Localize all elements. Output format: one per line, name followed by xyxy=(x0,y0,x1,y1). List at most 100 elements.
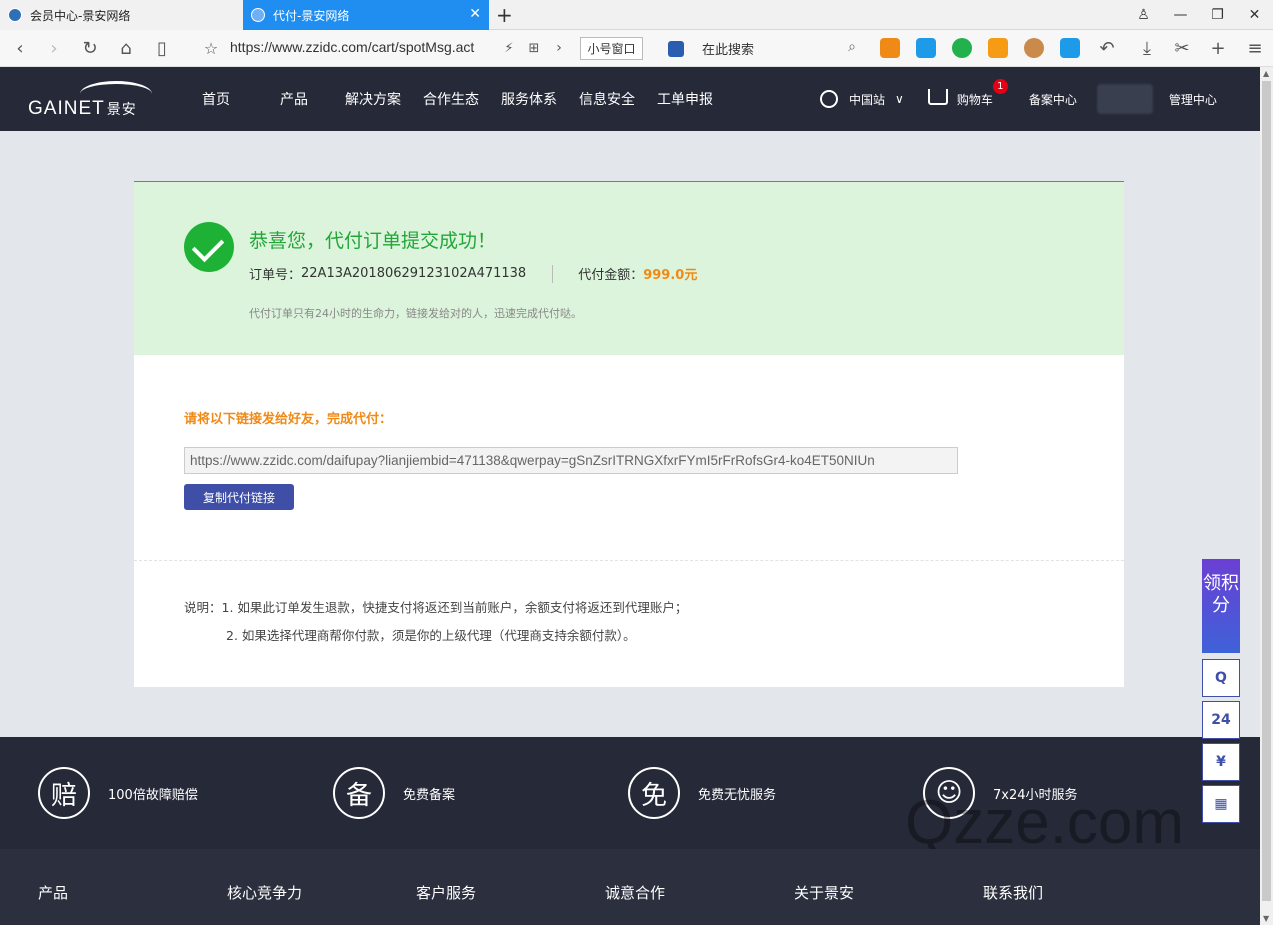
scrollbar-thumb[interactable] xyxy=(1262,81,1271,901)
play-icon[interactable] xyxy=(1060,38,1080,58)
site-favicon-icon xyxy=(251,8,265,22)
tab-title: 代付-景安网络 xyxy=(273,8,350,23)
chevron-down-icon[interactable]: ∨ xyxy=(895,92,904,106)
footer-link-about[interactable]: 关于景安 xyxy=(794,882,854,903)
cart-icon xyxy=(927,89,948,105)
skin-icon[interactable]: ♙ xyxy=(1125,0,1162,30)
window-close-icon[interactable]: ✕ xyxy=(1236,0,1273,30)
window-controls: ♙ — ❐ ✕ xyxy=(1125,0,1273,30)
feature-free-beian: 备 免费备案 xyxy=(333,767,455,819)
page-scrollbar[interactable]: ▲ ▼ xyxy=(1260,67,1273,925)
yuan-icon[interactable]: ¥ xyxy=(1202,743,1240,781)
video-icon[interactable] xyxy=(988,38,1008,58)
copy-link-button[interactable]: 复制代付链接 xyxy=(184,484,294,510)
download-icon[interactable]: ⤓ xyxy=(1135,36,1159,60)
scroll-up-icon[interactable]: ▲ xyxy=(1263,69,1269,78)
pay-link-input[interactable] xyxy=(184,447,958,474)
reading-mode-icon[interactable]: ▯ xyxy=(150,36,174,60)
nav-item-solutions[interactable]: 解决方案 xyxy=(345,89,401,109)
main-content: 恭喜您，代付订单提交成功！ 订单号： 22A13A20180629123102A… xyxy=(0,131,1260,737)
extension-icons xyxy=(880,38,1096,58)
back-icon[interactable]: ‹ xyxy=(8,36,32,60)
new-tab-icon[interactable]: + xyxy=(496,3,513,27)
cart-label: 购物车 xyxy=(956,92,993,107)
small-window-button[interactable]: 小号窗口 xyxy=(580,37,643,60)
nav-item-security[interactable]: 信息安全 xyxy=(579,89,635,109)
scroll-down-icon[interactable]: ▼ xyxy=(1263,914,1269,923)
amount-label: 代付金额： xyxy=(578,268,644,283)
tab-title: 会员中心-景安网络 xyxy=(30,8,131,23)
cart-link[interactable]: 购物车 1 xyxy=(927,78,1008,108)
note-line-1: 说明：1. 如果此订单发生退款，快捷支付将返还到当前账户，余额支付将返还到代理账… xyxy=(184,600,688,615)
site-header: GAINET 景安 首页 产品 解决方案 合作生态 服务体系 信息安全 工单申报 … xyxy=(0,67,1260,131)
footer-nav: 产品 核心竞争力 客户服务 诚意合作 关于景安 联系我们 xyxy=(0,849,1260,925)
browser-tab-bar: 会员中心-景安网络 代付-景安网络 ✕ + ♙ — ❐ ✕ xyxy=(0,0,1273,30)
main-nav: 首页 产品 解决方案 合作生态 服务体系 信息安全 工单申报 xyxy=(202,67,735,131)
compensation-icon: 赔 xyxy=(38,767,90,819)
note-line-2: 2. 如果选择代理商帮你付款，须是你的上级代理（代理商支持余额付款）。 xyxy=(226,628,636,643)
browser-tab-member-center[interactable]: 会员中心-景安网络 xyxy=(0,0,243,30)
amount-value: 999.0元 xyxy=(643,268,698,283)
browser-tab-pay[interactable]: 代付-景安网络 ✕ xyxy=(243,0,489,30)
add-icon[interactable]: + xyxy=(1206,36,1230,60)
forward-icon[interactable]: › xyxy=(42,36,66,60)
success-title: 恭喜您，代付订单提交成功！ xyxy=(249,230,497,252)
qq-icon[interactable]: Q xyxy=(1202,659,1240,697)
beian-center-link[interactable]: 备案中心 xyxy=(1029,91,1077,108)
home-icon[interactable]: ⌂ xyxy=(114,36,138,60)
watermark: Qzze.com xyxy=(905,788,1185,857)
order-label: 订单号： xyxy=(249,268,302,283)
search-box[interactable]: 在此搜索 ⌕ xyxy=(668,37,860,60)
wechat-icon[interactable] xyxy=(952,38,972,58)
search-icon[interactable]: ⌕ xyxy=(848,39,856,55)
nav-item-home[interactable]: 首页 xyxy=(202,89,230,109)
feature-label: 100倍故障赔偿 xyxy=(108,787,198,803)
footer-link-competence[interactable]: 核心竞争力 xyxy=(227,882,302,903)
admin-center-link[interactable]: 管理中心 xyxy=(1169,91,1217,108)
game-icon[interactable] xyxy=(880,38,900,58)
phone-24-icon[interactable]: 24 xyxy=(1202,701,1240,739)
result-card: 恭喜您，代付订单提交成功！ 订单号： 22A13A20180629123102A… xyxy=(134,181,1124,687)
nav-item-ticket[interactable]: 工单申报 xyxy=(657,89,713,109)
feature-compensation: 赔 100倍故障赔偿 xyxy=(38,767,198,819)
chevron-right-icon[interactable]: › xyxy=(547,36,571,60)
success-note: 代付订单只有24小时的生命力，链接发给对的人，迅速完成代付哒。 xyxy=(249,307,582,320)
restore-icon[interactable]: ❐ xyxy=(1199,0,1236,30)
beian-icon: 备 xyxy=(333,767,385,819)
divider xyxy=(552,264,554,283)
header-right: 中国站 ∨ 购物车 1 备案中心 管理中心 xyxy=(820,67,1217,131)
nav-item-service[interactable]: 服务体系 xyxy=(501,89,557,109)
globe-icon xyxy=(820,90,838,108)
gainet-logo[interactable]: GAINET 景安 xyxy=(28,81,158,119)
avatar[interactable] xyxy=(1096,84,1153,114)
region-selector[interactable]: 中国站 xyxy=(849,91,885,108)
footer-link-products[interactable]: 产品 xyxy=(38,882,68,903)
footer-link-contact[interactable]: 联系我们 xyxy=(983,882,1043,903)
qrcode-icon[interactable]: ▦ xyxy=(1202,785,1240,823)
minimize-icon[interactable]: — xyxy=(1162,0,1199,30)
points-promo-button[interactable]: 领积分 xyxy=(1202,559,1240,653)
logo-text: GAINET xyxy=(28,98,105,119)
success-panel: 恭喜您，代付订单提交成功！ 订单号： 22A13A20180629123102A… xyxy=(134,181,1124,355)
lightning-icon[interactable]: ⚡ xyxy=(497,36,521,60)
bookmark-star-icon[interactable]: ☆ xyxy=(199,36,223,60)
menu-icon[interactable]: ≡ xyxy=(1243,36,1267,60)
divider xyxy=(134,560,1124,561)
reload-icon[interactable]: ↻ xyxy=(78,36,102,60)
search-placeholder: 在此搜索 xyxy=(702,43,755,58)
site-favicon-icon xyxy=(8,8,22,22)
monkey-icon[interactable] xyxy=(1024,38,1044,58)
footer-link-customer-service[interactable]: 客户服务 xyxy=(416,882,476,903)
scissors-icon[interactable]: ✂ xyxy=(1170,36,1194,60)
nav-item-products[interactable]: 产品 xyxy=(280,89,308,109)
tab-close-icon[interactable]: ✕ xyxy=(469,6,481,22)
footer-link-cooperation[interactable]: 诚意合作 xyxy=(605,882,665,903)
nav-item-ecosystem[interactable]: 合作生态 xyxy=(423,89,479,109)
feature-label: 免费备案 xyxy=(403,787,456,803)
qr-icon[interactable]: ⊞ xyxy=(522,36,546,60)
undo-icon[interactable]: ↶ xyxy=(1095,36,1119,60)
feature-free-service: 免 免费无忧服务 xyxy=(628,767,776,819)
url-field[interactable]: https://www.zzidc.com/cart/spotMsg.act xyxy=(230,39,474,55)
order-number: 22A13A20180629123102A471138 xyxy=(301,266,527,281)
phone-icon[interactable] xyxy=(916,38,936,58)
